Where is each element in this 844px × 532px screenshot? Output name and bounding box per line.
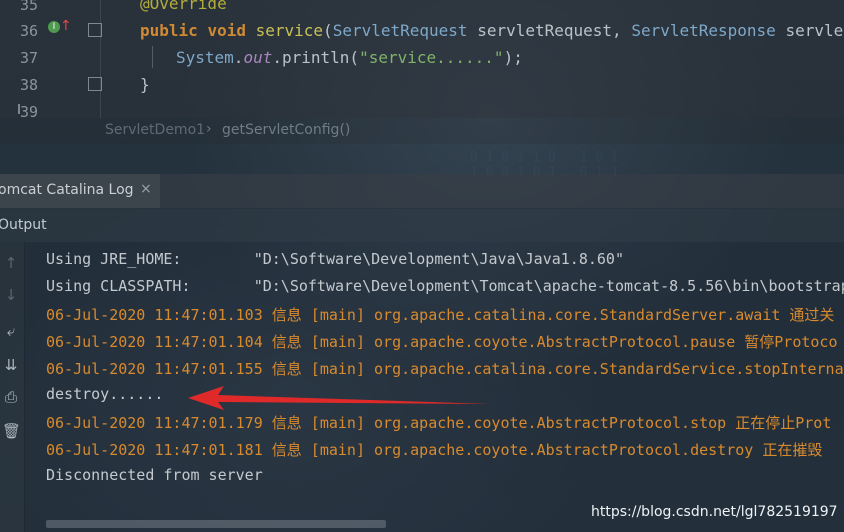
arrow-up-icon[interactable]: ↑: [2, 254, 20, 272]
string-literal: "service......": [359, 48, 504, 67]
indent-guide: [152, 46, 153, 68]
soft-wrap-icon[interactable]: ⤶: [2, 322, 20, 340]
console-line: 06-Jul-2020 11:47:01.181 信息 [main] org.a…: [46, 441, 823, 459]
console-line: Using JRE_HOME: "D:\Software\Development…: [46, 250, 624, 268]
code-editor[interactable]: 35 36 37 38 39 I ↑ @Override public void…: [0, 0, 844, 121]
call-name: println: [281, 48, 350, 67]
editor-gutter: 35 36 37 38 39 I ↑: [0, 0, 102, 121]
output-label: Output: [0, 217, 47, 233]
fold-marker-icon[interactable]: [88, 23, 102, 37]
print-icon[interactable]: ⎙: [2, 388, 20, 406]
annotation-arrow: [188, 386, 490, 410]
fold-marker-icon[interactable]: [88, 77, 102, 91]
watermark: https://blog.csdn.net/lgl782519197: [591, 504, 838, 520]
type-name: ServletResponse: [631, 21, 776, 40]
line-number: 36: [20, 22, 39, 40]
breadcrumb-class[interactable]: ServletDemo1: [105, 122, 205, 138]
console-line: 06-Jul-2020 11:47:01.155 信息 [main] org.a…: [46, 360, 844, 378]
console-line: 06-Jul-2020 11:47:01.103 信息 [main] org.a…: [46, 306, 835, 324]
close-icon[interactable]: ×: [140, 181, 152, 197]
breadcrumb-method[interactable]: getServletConfig(): [222, 122, 350, 138]
arrow-down-icon[interactable]: ↓: [2, 286, 20, 304]
field-name: out: [243, 48, 273, 67]
output-header: Output: [0, 208, 844, 242]
console-toolbar: ↑ ↓ ⤶ ⇊ ⎙ 🗑: [0, 242, 25, 532]
param-name: servletRequest: [477, 21, 613, 40]
editor-scroll-indicator: [18, 104, 20, 114]
code-line-38: }: [140, 75, 150, 94]
keyword: void: [207, 21, 246, 40]
code-line-35: @Override: [140, 0, 227, 13]
line-number: 37: [20, 49, 39, 67]
line-number: 35: [20, 0, 39, 14]
tab-label: omcat Catalina Log: [0, 182, 134, 198]
scroll-to-end-icon[interactable]: ⇊: [2, 356, 20, 374]
override-arrow-icon[interactable]: ↑: [60, 18, 72, 34]
tool-window-tabs: omcat Catalina Log ×: [0, 174, 844, 209]
keyword: public: [140, 21, 198, 40]
breadcrumb: ServletDemo1 › getServletConfig(): [0, 118, 844, 144]
param-name: servletRes: [785, 21, 844, 40]
console-line: Using CLASSPATH: "D:\Software\Developmen…: [46, 277, 844, 295]
console-line: 06-Jul-2020 11:47:01.104 信息 [main] org.a…: [46, 333, 838, 351]
implements-method-icon[interactable]: I: [48, 21, 60, 33]
chevron-right-icon: ›: [206, 121, 212, 137]
class-name: System: [176, 48, 234, 67]
console-line: Disconnected from server: [46, 466, 263, 484]
type-name: ServletRequest: [332, 21, 468, 40]
code-line-37: System.out.println("service......");: [176, 48, 523, 67]
tool-window-header: [0, 144, 844, 174]
line-number: 38: [20, 76, 39, 94]
console-line: destroy......: [46, 385, 164, 403]
method-name: service: [255, 21, 324, 40]
code-line-36: public void service(ServletRequest servl…: [140, 21, 844, 40]
red-arrow-icon: [188, 386, 490, 410]
trash-icon[interactable]: 🗑: [2, 422, 21, 440]
horizontal-scrollbar[interactable]: [46, 520, 386, 528]
tab-tomcat-catalina-log[interactable]: omcat Catalina Log ×: [0, 174, 160, 208]
